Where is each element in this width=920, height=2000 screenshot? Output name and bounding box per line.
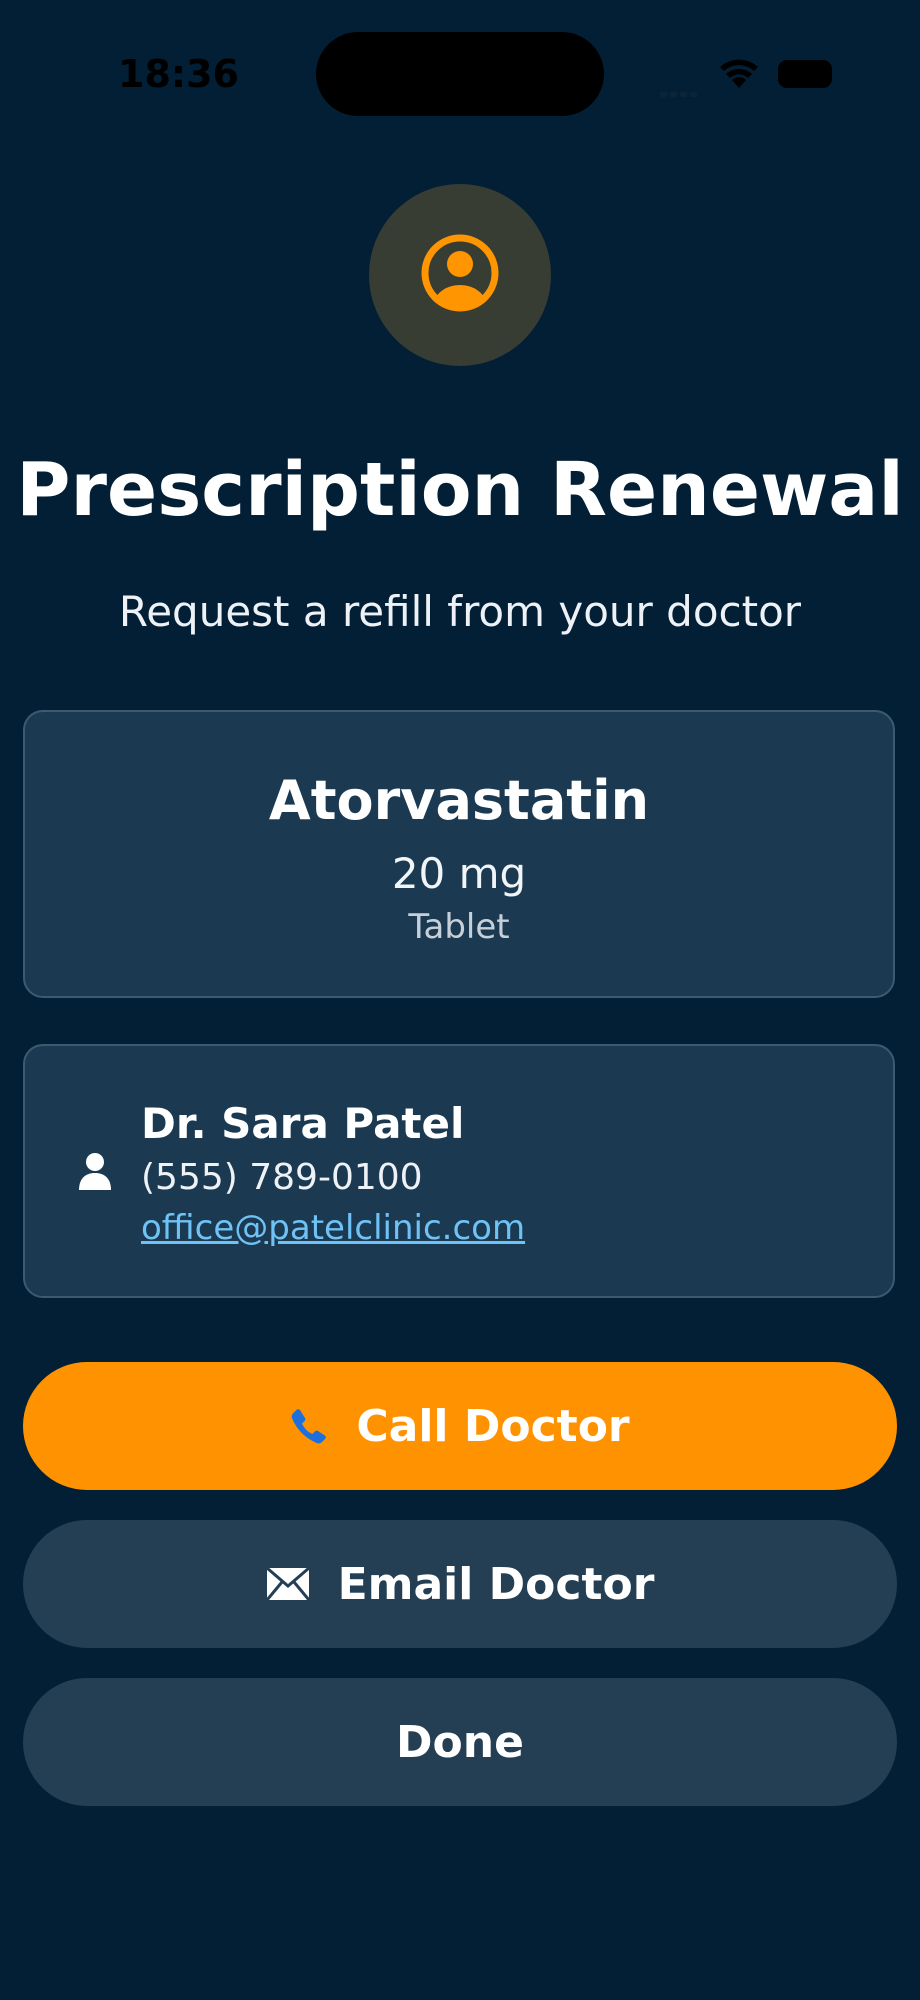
medication-dose: 20 mg: [391, 849, 527, 898]
call-doctor-button[interactable]: Call Doctor: [23, 1362, 897, 1490]
phone-icon: [290, 1407, 328, 1445]
email-doctor-label: Email Doctor: [337, 1558, 655, 1610]
done-label: Done: [396, 1716, 524, 1768]
battery-icon: [778, 60, 832, 88]
cellular-signal-icon: [660, 82, 706, 97]
envelope-icon: [265, 1566, 310, 1601]
call-doctor-label: Call Doctor: [356, 1400, 630, 1452]
email-doctor-button[interactable]: Email Doctor: [23, 1520, 897, 1648]
dynamic-island: [316, 32, 604, 116]
doctor-name: Dr. Sara Patel: [141, 1099, 465, 1148]
medication-card: Atorvastatin 20 mg Tablet: [23, 710, 895, 998]
doctor-phone: (555) 789-0100: [141, 1157, 423, 1198]
medication-name: Atorvastatin: [268, 769, 650, 832]
wifi-icon: [718, 56, 760, 90]
user-circle-icon: [420, 233, 500, 317]
status-bar: 18:36: [0, 0, 920, 150]
done-button[interactable]: Done: [23, 1678, 897, 1806]
status-time: 18:36: [118, 52, 239, 96]
page-title: Prescription Renewal: [16, 447, 904, 533]
doctor-card: Dr. Sara Patel (555) 789-0100 office@pat…: [23, 1044, 895, 1298]
medication-form: Tablet: [408, 907, 510, 947]
person-icon: [77, 1152, 113, 1192]
avatar: [369, 184, 551, 366]
doctor-email-link[interactable]: office@patelclinic.com: [141, 1204, 525, 1252]
page-subtitle: Request a refill from your doctor: [118, 587, 802, 636]
